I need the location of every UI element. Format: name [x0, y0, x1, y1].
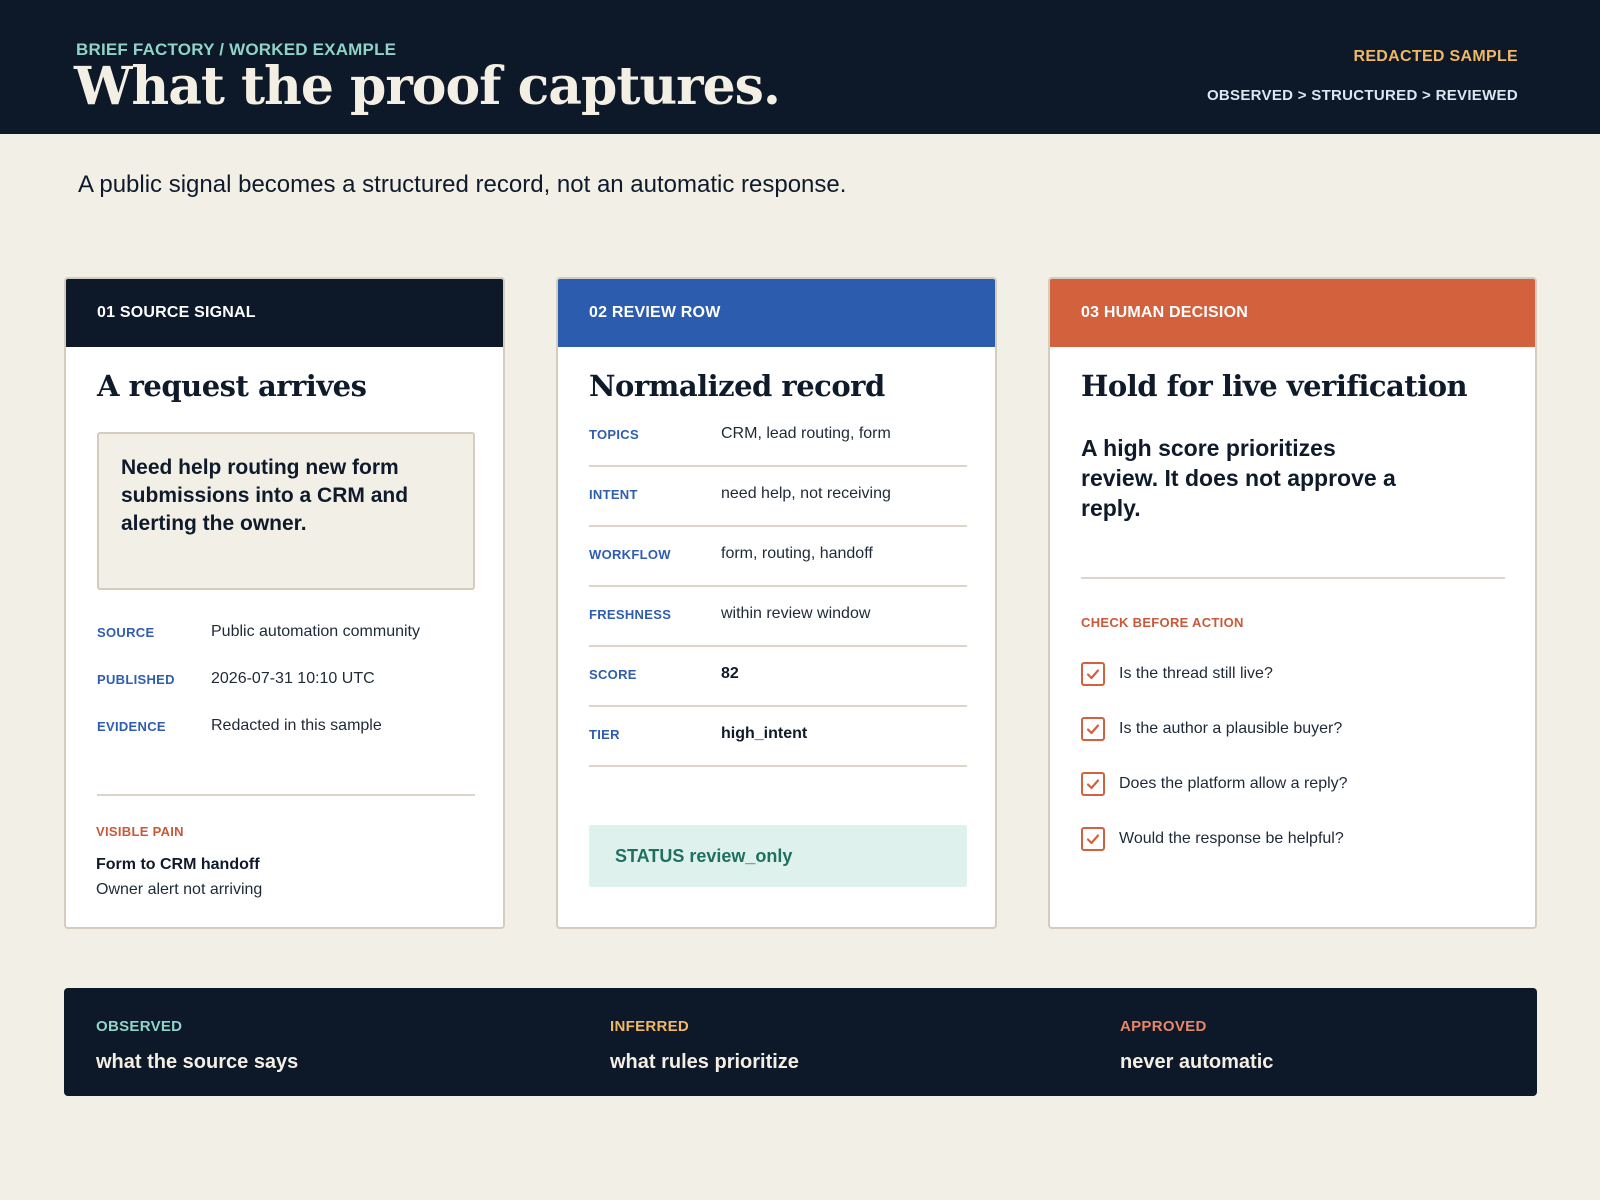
band-label: APPROVED [1120, 1018, 1207, 1035]
divider [1081, 577, 1505, 579]
checklist-item-label: Is the author a plausible buyer? [1119, 720, 1343, 737]
review-row-card: 02 REVIEW ROW Normalized record TOPICS C… [556, 277, 997, 929]
check-icon[interactable] [1081, 772, 1105, 796]
band-inferred: INFERRED what rules prioritize [610, 1018, 799, 1074]
meta-value: 2026-07-31 10:10 UTC [211, 670, 375, 687]
visible-pain-primary: Form to CRM handoff [96, 856, 260, 873]
source-quote: Need help routing new form submissions i… [97, 432, 475, 590]
meta-key: PUBLISHED [97, 671, 175, 687]
visible-pain-secondary: Owner alert not arriving [96, 881, 263, 898]
check-icon[interactable] [1081, 717, 1105, 741]
visible-pain-label: VISIBLE PAIN [96, 824, 184, 839]
band-text: what rules prioritize [610, 1051, 799, 1073]
record-key: SCORE [589, 667, 637, 682]
record-key: FRESHNESS [589, 607, 672, 622]
legend-band: OBSERVED what the source says INFERRED w… [64, 988, 1537, 1096]
card-title: Normalized record [589, 369, 885, 403]
band-label: INFERRED [610, 1018, 690, 1035]
checklist-item-label: Is the thread still live? [1119, 665, 1273, 682]
check-icon[interactable] [1081, 827, 1105, 851]
record-key: WORKFLOW [589, 547, 671, 562]
decision-callout: A high score prioritizes review. It does… [1081, 435, 1396, 521]
meta-key: SOURCE [97, 624, 155, 640]
record-row-freshness: FRESHNESS within review window [589, 587, 967, 647]
pipeline-steps: OBSERVED > STRUCTURED > REVIEWED [1206, 87, 1518, 104]
record-row-tier: TIER high_intent [589, 707, 967, 767]
record-row-workflow: WORKFLOW form, routing, handoff [589, 527, 967, 587]
meta-key: EVIDENCE [97, 718, 166, 734]
meta-row-source: SOURCE Public automation community [97, 621, 420, 643]
card-title: A request arrives [97, 369, 367, 403]
band-text: never automatic [1120, 1051, 1274, 1073]
human-decision-card: 03 HUMAN DECISION Hold for live verifica… [1048, 277, 1537, 929]
checklist-item[interactable]: Does the platform allow a reply? [1081, 771, 1348, 797]
record-row-topics: TOPICS CRM, lead routing, form [589, 407, 967, 467]
card-header: 03 HUMAN DECISION [1050, 279, 1535, 347]
check-icon[interactable] [1081, 662, 1105, 686]
record-value: within review window [721, 605, 871, 622]
divider [97, 794, 475, 796]
record-value: CRM, lead routing, form [721, 425, 891, 442]
card-header: 02 REVIEW ROW [558, 279, 995, 347]
status-badge: STATUS review_only [589, 825, 967, 887]
band-label: OBSERVED [96, 1018, 183, 1035]
meta-row-published: PUBLISHED 2026-07-31 10:10 UTC [97, 668, 375, 690]
band-observed: OBSERVED what the source says [96, 1018, 298, 1074]
checklist-item[interactable]: Would the response be helpful? [1081, 826, 1344, 852]
meta-value: Public automation community [211, 623, 420, 640]
record-key: TIER [589, 727, 620, 742]
record-row-intent: INTENT need help, not receiving [589, 467, 967, 527]
record-value: form, routing, handoff [721, 545, 873, 562]
record-key: INTENT [589, 487, 638, 502]
page-title: What the proof captures. [74, 56, 781, 117]
card-title: Hold for live verification [1081, 369, 1468, 403]
band-text: what the source says [96, 1051, 299, 1073]
checklist-label: CHECK BEFORE ACTION [1081, 615, 1244, 630]
lede-text: A public signal becomes a structured rec… [78, 171, 847, 198]
checklist-item-label: Would the response be helpful? [1119, 830, 1344, 847]
header-bar: BRIEF FACTORY / WORKED EXAMPLE What the … [0, 0, 1600, 134]
redacted-badge: REDACTED SAMPLE [1353, 48, 1518, 65]
meta-row-evidence: EVIDENCE Redacted in this sample [97, 715, 382, 737]
meta-value: Redacted in this sample [211, 717, 382, 734]
card-header: 01 SOURCE SIGNAL [66, 279, 503, 347]
checklist-item[interactable]: Is the author a plausible buyer? [1081, 716, 1342, 742]
checklist-item[interactable]: Is the thread still live? [1081, 661, 1273, 687]
band-approved: APPROVED never automatic [1120, 1018, 1273, 1074]
record-key: TOPICS [589, 427, 639, 442]
record-value: need help, not receiving [721, 485, 891, 502]
checklist-item-label: Does the platform allow a reply? [1119, 775, 1348, 792]
record-value: high_intent [721, 725, 808, 742]
record-value: 82 [721, 665, 739, 682]
record-row-score: SCORE 82 [589, 647, 967, 707]
